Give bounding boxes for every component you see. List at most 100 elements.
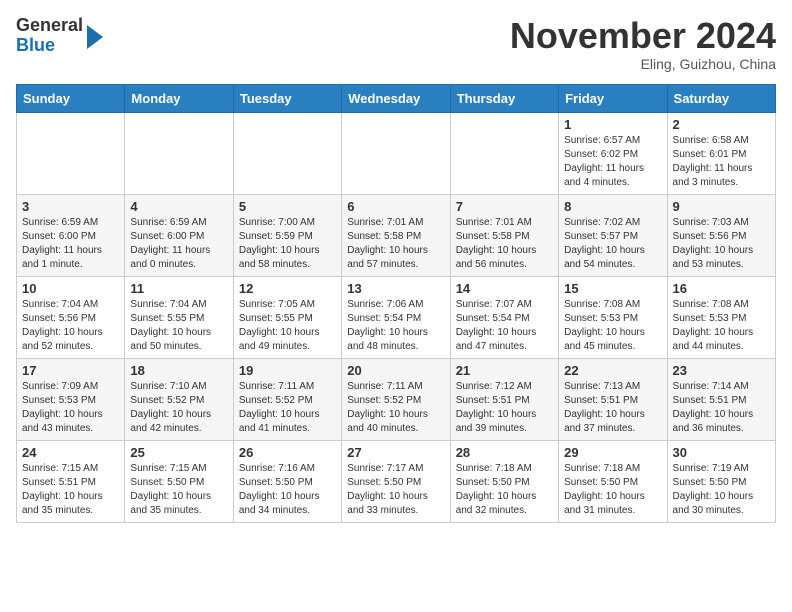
day-number: 7 bbox=[456, 199, 553, 214]
day-info: Sunrise: 7:04 AM Sunset: 5:56 PM Dayligh… bbox=[22, 298, 119, 354]
calendar-week-5: 24Sunrise: 7:15 AM Sunset: 5:51 PM Dayli… bbox=[17, 440, 776, 522]
day-number: 9 bbox=[673, 199, 770, 214]
calendar-week-2: 3 Sunrise: 6:59 AM Sunset: 6:00 PM Daylig… bbox=[17, 194, 776, 276]
day-info: Sunrise: 6:59 AM Sunset: 6:00 PM Dayligh… bbox=[130, 216, 227, 272]
day-info: Sunrise: 6:59 AM Sunset: 6:00 PM Dayligh… bbox=[22, 216, 119, 272]
calendar-cell: 13 Sunrise: 7:06 AM Sunset: 5:54 PM Dayli… bbox=[342, 276, 450, 358]
day-info: Sunrise: 7:17 AM Sunset: 5:50 PM Dayligh… bbox=[347, 462, 444, 518]
day-number: 29 bbox=[564, 445, 661, 460]
day-info: Sunrise: 7:19 AM Sunset: 5:50 PM Dayligh… bbox=[673, 462, 770, 518]
day-number: 20 bbox=[347, 363, 444, 378]
weekday-header-tuesday: Tuesday bbox=[233, 84, 341, 112]
calendar-cell: 20 Sunrise: 7:11 AM Sunset: 5:52 PM Dayli… bbox=[342, 358, 450, 440]
calendar-cell: 21 Sunrise: 7:12 AM Sunset: 5:51 PM Dayli… bbox=[450, 358, 558, 440]
day-info: Sunrise: 7:14 AM Sunset: 5:51 PM Dayligh… bbox=[673, 380, 770, 436]
calendar-cell: 24Sunrise: 7:15 AM Sunset: 5:51 PM Dayli… bbox=[17, 440, 125, 522]
calendar-cell: 2 Sunrise: 6:58 AM Sunset: 6:01 PM Daylig… bbox=[667, 112, 775, 194]
calendar-cell: 23 Sunrise: 7:14 AM Sunset: 5:51 PM Dayli… bbox=[667, 358, 775, 440]
day-info: Sunrise: 6:58 AM Sunset: 6:01 PM Dayligh… bbox=[673, 134, 770, 190]
calendar-week-4: 17 Sunrise: 7:09 AM Sunset: 5:53 PM Dayli… bbox=[17, 358, 776, 440]
calendar-cell: 12Sunrise: 7:05 AM Sunset: 5:55 PM Dayli… bbox=[233, 276, 341, 358]
day-number: 6 bbox=[347, 199, 444, 214]
day-info: Sunrise: 7:06 AM Sunset: 5:54 PM Dayligh… bbox=[347, 298, 444, 354]
day-info: Sunrise: 7:15 AM Sunset: 5:50 PM Dayligh… bbox=[130, 462, 227, 518]
day-number: 15 bbox=[564, 281, 661, 296]
day-number: 14 bbox=[456, 281, 553, 296]
day-number: 26 bbox=[239, 445, 336, 460]
weekday-header-friday: Friday bbox=[559, 84, 667, 112]
day-number: 21 bbox=[456, 363, 553, 378]
day-number: 17 bbox=[22, 363, 119, 378]
weekday-header-thursday: Thursday bbox=[450, 84, 558, 112]
calendar-cell: 16 Sunrise: 7:08 AM Sunset: 5:53 PM Dayli… bbox=[667, 276, 775, 358]
page-header: General Blue November 2024 Eling, Guizho… bbox=[16, 16, 776, 72]
calendar-cell: 10 Sunrise: 7:04 AM Sunset: 5:56 PM Dayli… bbox=[17, 276, 125, 358]
day-info: Sunrise: 7:07 AM Sunset: 5:54 PM Dayligh… bbox=[456, 298, 553, 354]
calendar-cell: 3 Sunrise: 6:59 AM Sunset: 6:00 PM Daylig… bbox=[17, 194, 125, 276]
day-info: Sunrise: 7:03 AM Sunset: 5:56 PM Dayligh… bbox=[673, 216, 770, 272]
calendar-cell bbox=[233, 112, 341, 194]
day-info: Sunrise: 7:01 AM Sunset: 5:58 PM Dayligh… bbox=[456, 216, 553, 272]
day-number: 16 bbox=[673, 281, 770, 296]
calendar-cell: 30Sunrise: 7:19 AM Sunset: 5:50 PM Dayli… bbox=[667, 440, 775, 522]
calendar-cell: 25 Sunrise: 7:15 AM Sunset: 5:50 PM Dayli… bbox=[125, 440, 233, 522]
weekday-header-wednesday: Wednesday bbox=[342, 84, 450, 112]
day-info: Sunrise: 7:12 AM Sunset: 5:51 PM Dayligh… bbox=[456, 380, 553, 436]
day-info: Sunrise: 7:00 AM Sunset: 5:59 PM Dayligh… bbox=[239, 216, 336, 272]
calendar-cell: 19 Sunrise: 7:11 AM Sunset: 5:52 PM Dayli… bbox=[233, 358, 341, 440]
logo-blue: Blue bbox=[16, 36, 83, 56]
day-info: Sunrise: 7:08 AM Sunset: 5:53 PM Dayligh… bbox=[564, 298, 661, 354]
day-info: Sunrise: 7:11 AM Sunset: 5:52 PM Dayligh… bbox=[347, 380, 444, 436]
month-title: November 2024 bbox=[510, 16, 776, 56]
day-info: Sunrise: 7:02 AM Sunset: 5:57 PM Dayligh… bbox=[564, 216, 661, 272]
day-number: 25 bbox=[130, 445, 227, 460]
calendar-cell: 9 Sunrise: 7:03 AM Sunset: 5:56 PM Daylig… bbox=[667, 194, 775, 276]
day-info: Sunrise: 7:10 AM Sunset: 5:52 PM Dayligh… bbox=[130, 380, 227, 436]
day-number: 19 bbox=[239, 363, 336, 378]
calendar-cell: 17 Sunrise: 7:09 AM Sunset: 5:53 PM Dayli… bbox=[17, 358, 125, 440]
day-number: 18 bbox=[130, 363, 227, 378]
day-number: 2 bbox=[673, 117, 770, 132]
calendar-cell: 1Sunrise: 6:57 AM Sunset: 6:02 PM Daylig… bbox=[559, 112, 667, 194]
day-info: Sunrise: 7:01 AM Sunset: 5:58 PM Dayligh… bbox=[347, 216, 444, 272]
logo-arrow-icon bbox=[87, 25, 103, 49]
calendar-cell: 11 Sunrise: 7:04 AM Sunset: 5:55 PM Dayli… bbox=[125, 276, 233, 358]
logo-text-block: General Blue bbox=[16, 16, 103, 56]
calendar-table: SundayMondayTuesdayWednesdayThursdayFrid… bbox=[16, 84, 776, 523]
day-number: 11 bbox=[130, 281, 227, 296]
day-info: Sunrise: 7:18 AM Sunset: 5:50 PM Dayligh… bbox=[564, 462, 661, 518]
day-number: 28 bbox=[456, 445, 553, 460]
day-number: 4 bbox=[130, 199, 227, 214]
day-info: Sunrise: 7:18 AM Sunset: 5:50 PM Dayligh… bbox=[456, 462, 553, 518]
calendar-cell: 5 Sunrise: 7:00 AM Sunset: 5:59 PM Daylig… bbox=[233, 194, 341, 276]
location-subtitle: Eling, Guizhou, China bbox=[510, 56, 776, 72]
calendar-cell bbox=[342, 112, 450, 194]
day-number: 5 bbox=[239, 199, 336, 214]
calendar-cell bbox=[450, 112, 558, 194]
day-number: 8 bbox=[564, 199, 661, 214]
day-info: Sunrise: 7:04 AM Sunset: 5:55 PM Dayligh… bbox=[130, 298, 227, 354]
day-info: Sunrise: 7:08 AM Sunset: 5:53 PM Dayligh… bbox=[673, 298, 770, 354]
day-number: 22 bbox=[564, 363, 661, 378]
calendar-cell bbox=[125, 112, 233, 194]
day-number: 3 bbox=[22, 199, 119, 214]
day-info: Sunrise: 7:09 AM Sunset: 5:53 PM Dayligh… bbox=[22, 380, 119, 436]
day-number: 23 bbox=[673, 363, 770, 378]
calendar-cell: 22Sunrise: 7:13 AM Sunset: 5:51 PM Dayli… bbox=[559, 358, 667, 440]
day-info: Sunrise: 7:15 AM Sunset: 5:51 PM Dayligh… bbox=[22, 462, 119, 518]
weekday-header-saturday: Saturday bbox=[667, 84, 775, 112]
logo-general: General bbox=[16, 16, 83, 36]
calendar-cell bbox=[17, 112, 125, 194]
calendar-cell: 15 Sunrise: 7:08 AM Sunset: 5:53 PM Dayli… bbox=[559, 276, 667, 358]
calendar-header-row: SundayMondayTuesdayWednesdayThursdayFrid… bbox=[17, 84, 776, 112]
day-number: 12 bbox=[239, 281, 336, 296]
day-info: Sunrise: 7:16 AM Sunset: 5:50 PM Dayligh… bbox=[239, 462, 336, 518]
logo: General Blue bbox=[16, 16, 103, 56]
calendar-cell: 26 Sunrise: 7:16 AM Sunset: 5:50 PM Dayli… bbox=[233, 440, 341, 522]
day-info: Sunrise: 7:11 AM Sunset: 5:52 PM Dayligh… bbox=[239, 380, 336, 436]
day-number: 13 bbox=[347, 281, 444, 296]
calendar-cell: 8 Sunrise: 7:02 AM Sunset: 5:57 PM Daylig… bbox=[559, 194, 667, 276]
calendar-week-3: 10 Sunrise: 7:04 AM Sunset: 5:56 PM Dayli… bbox=[17, 276, 776, 358]
day-number: 10 bbox=[22, 281, 119, 296]
weekday-header-monday: Monday bbox=[125, 84, 233, 112]
